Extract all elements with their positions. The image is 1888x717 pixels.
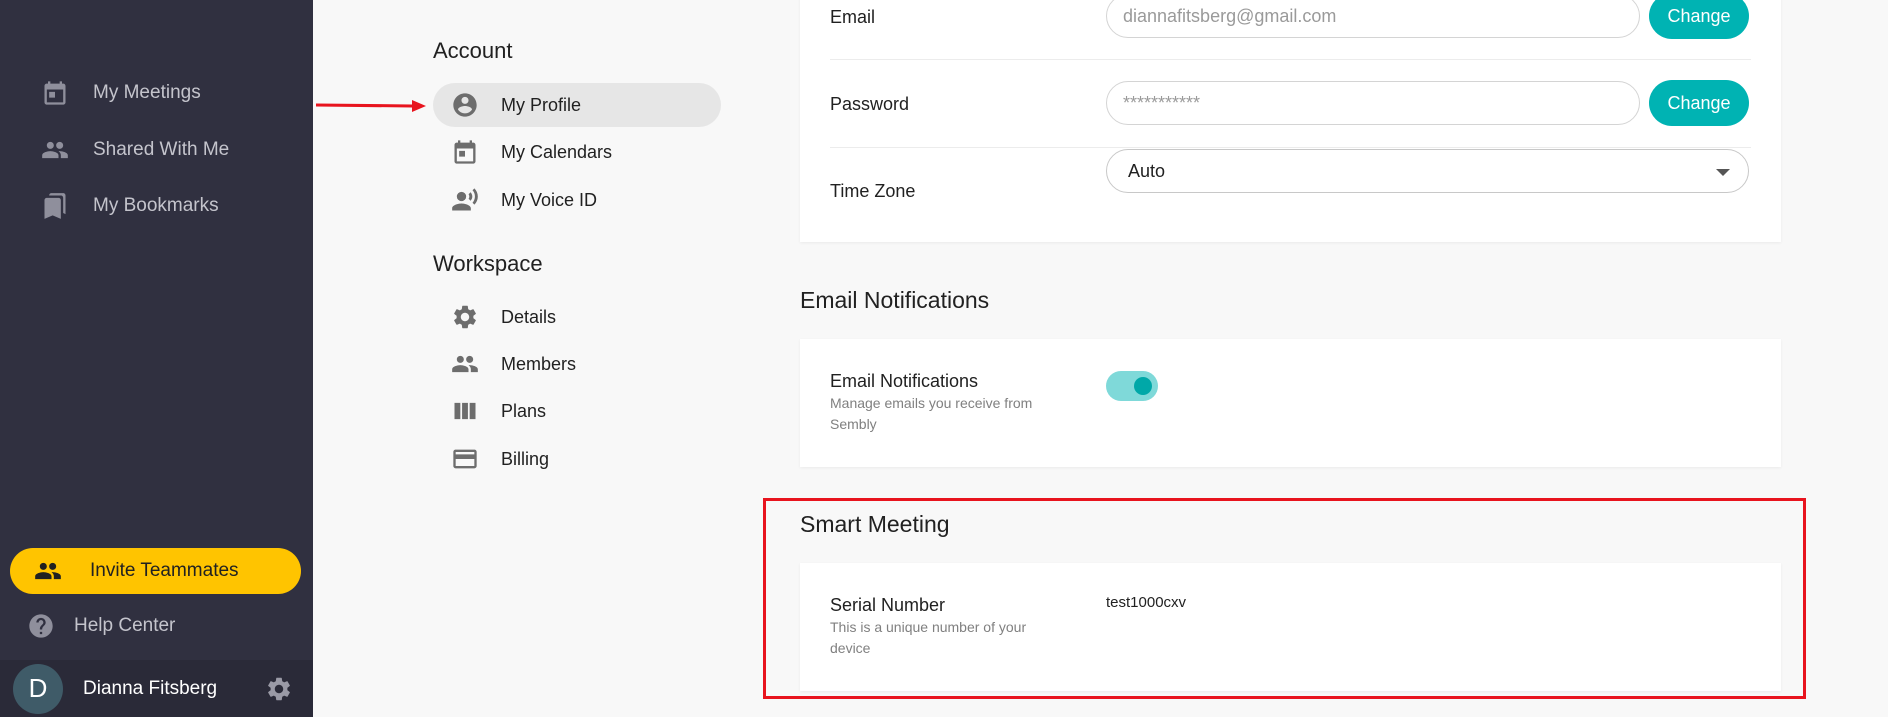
gear-icon xyxy=(454,305,476,329)
bookmarks-icon xyxy=(38,189,72,223)
nav-item-members[interactable]: Members xyxy=(433,342,721,386)
email-notifications-description: Manage emails you receive from Sembly xyxy=(830,395,1033,432)
columns-icon xyxy=(454,402,476,420)
nav-item-label: My Calendars xyxy=(501,141,613,162)
help-center-link[interactable]: Help Center xyxy=(24,609,175,643)
help-center-label: Help Center xyxy=(74,615,176,636)
calendar-icon xyxy=(38,76,72,110)
app-sidebar: My Meetings Shared With Me My Bookmarks … xyxy=(0,0,313,717)
change-password-button[interactable]: Change xyxy=(1649,80,1749,126)
nav-item-label: Billing xyxy=(501,448,550,469)
email-notifications-toggle[interactable] xyxy=(1106,371,1158,401)
nav-item-label: Members xyxy=(501,353,577,374)
voice-id-icon xyxy=(452,188,478,211)
account-circle-icon xyxy=(453,93,477,117)
sidebar-item-my-meetings[interactable]: My Meetings xyxy=(38,76,201,110)
timezone-label: Time Zone xyxy=(830,181,916,201)
sidebar-item-label: My Meetings xyxy=(93,82,201,103)
nav-item-billing[interactable]: Billing xyxy=(433,437,721,481)
timezone-select[interactable]: Auto xyxy=(1106,149,1749,193)
password-field[interactable]: *********** xyxy=(1106,81,1640,125)
nav-item-details[interactable]: Details xyxy=(433,295,721,339)
people-icon xyxy=(35,562,61,580)
invite-teammates-label: Invite Teammates xyxy=(90,560,239,581)
email-notifications-label: Email Notifications xyxy=(830,371,979,391)
avatar[interactable]: D xyxy=(13,663,63,714)
profile-card: Email diannafitsberg@gmail.com Change Pa… xyxy=(800,0,1781,242)
help-icon xyxy=(24,609,58,643)
chevron-down-icon xyxy=(1716,169,1730,176)
user-name: Dianna Fitsberg xyxy=(83,677,218,699)
nav-item-label: Details xyxy=(501,306,557,327)
change-email-button[interactable]: Change xyxy=(1649,0,1749,39)
gear-icon[interactable] xyxy=(265,675,293,703)
annotation-arrow xyxy=(316,100,426,112)
email-notifications-heading: Email Notifications xyxy=(800,287,990,313)
annotation-highlight-box xyxy=(763,498,1806,699)
sidebar-item-shared-with-me[interactable]: Shared With Me xyxy=(38,133,229,167)
email-label: Email xyxy=(830,7,876,27)
account-heading: Account xyxy=(433,38,513,63)
nav-item-my-profile[interactable]: My Profile xyxy=(433,83,721,127)
nav-item-my-voice-id[interactable]: My Voice ID xyxy=(433,178,721,222)
divider xyxy=(830,59,1751,60)
email-notifications-card: Email Notifications Manage emails you re… xyxy=(800,339,1781,467)
people-icon xyxy=(38,133,72,167)
people-icon xyxy=(452,355,478,373)
email-field[interactable]: diannafitsberg@gmail.com xyxy=(1106,0,1640,38)
password-label: Password xyxy=(830,94,910,114)
nav-item-plans[interactable]: Plans xyxy=(433,389,721,433)
sidebar-item-label: Shared With Me xyxy=(93,139,230,160)
timezone-value: Auto xyxy=(1128,160,1166,181)
calendar-icon xyxy=(454,140,476,164)
divider xyxy=(830,147,1751,148)
credit-card-icon xyxy=(453,449,477,469)
invite-teammates-button[interactable]: Invite Teammates xyxy=(10,548,301,594)
workspace-heading: Workspace xyxy=(433,251,543,276)
toggle-knob xyxy=(1134,377,1152,395)
nav-item-label: Plans xyxy=(501,400,547,421)
user-profile-row: D Dianna Fitsberg xyxy=(0,660,313,717)
sidebar-item-label: My Bookmarks xyxy=(93,195,219,216)
nav-item-label: My Voice ID xyxy=(501,189,598,210)
nav-item-my-calendars[interactable]: My Calendars xyxy=(433,130,721,174)
nav-item-label: My Profile xyxy=(501,94,582,115)
sidebar-item-my-bookmarks[interactable]: My Bookmarks xyxy=(38,189,219,223)
